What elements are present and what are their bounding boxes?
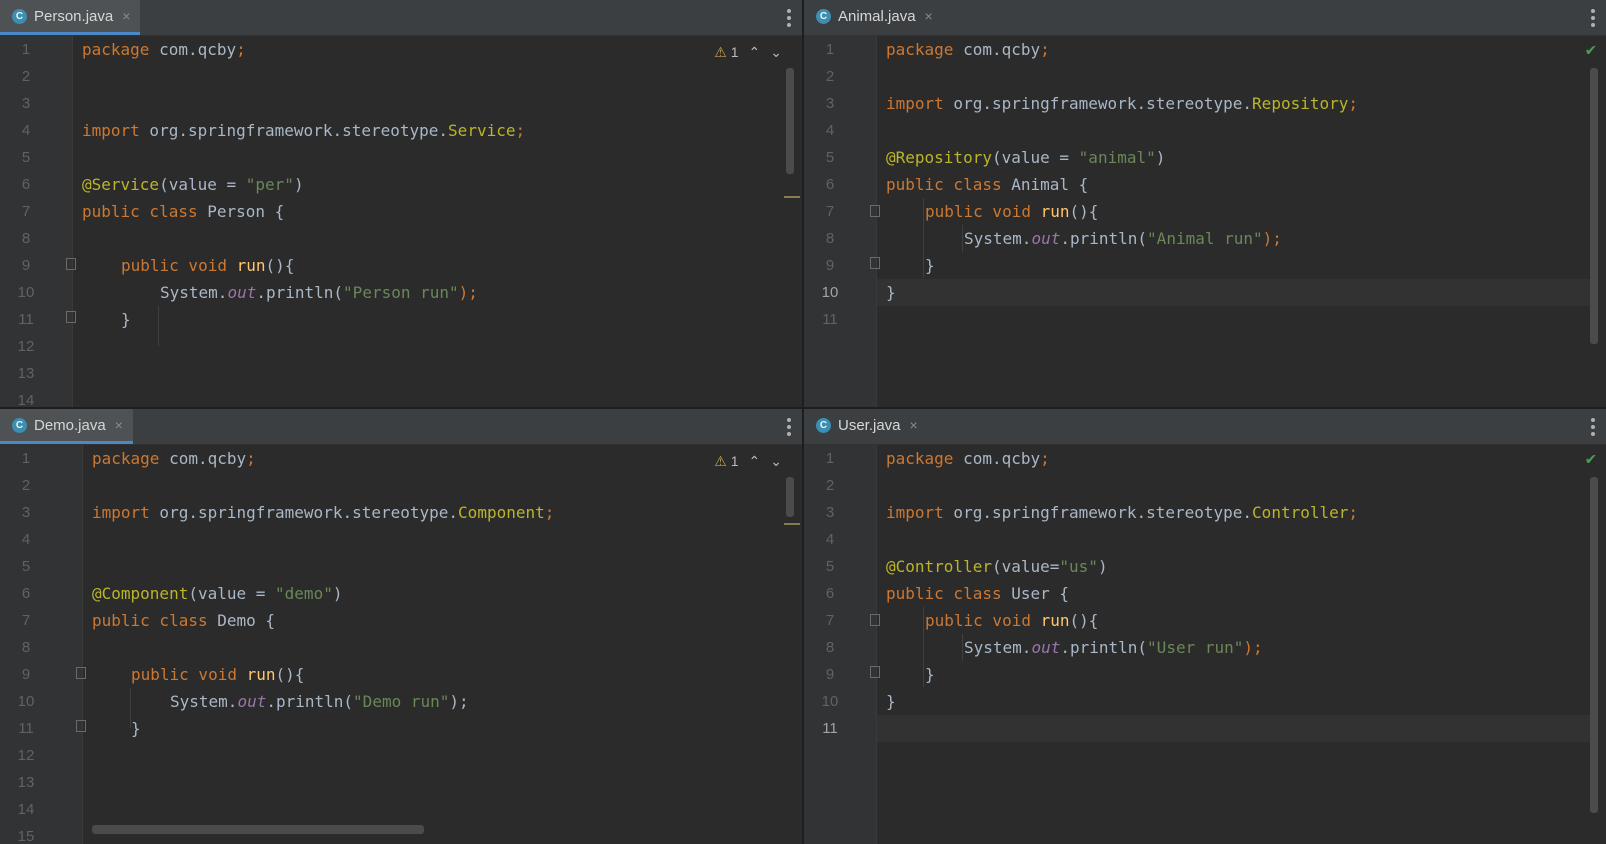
tab-user-java[interactable]: C User.java × — [804, 409, 928, 444]
close-icon[interactable]: × — [925, 8, 933, 24]
editor-split-grid: C Person.java × ⚠ 1 ⌃ ⌄ 1 package com.qcb… — [0, 0, 1606, 844]
code-editor[interactable]: ✔ 1 package com.qcby; 2 3 import org.sprin… — [804, 445, 1606, 844]
tab-bar: C User.java × — [804, 409, 1606, 445]
code-editor[interactable]: ✔ 1 package com.qcby; 2 3 import org.sprin… — [804, 36, 1606, 407]
code-line: System.out.println("User run"); — [964, 638, 1263, 657]
more-options-icon[interactable] — [1590, 418, 1596, 436]
code-line: package com.qcby; — [886, 40, 1050, 59]
editor-pane-demo: C Demo.java × ⚠ 1 ⌃ ⌄ 1 package com.qcby;… — [0, 409, 802, 844]
code-line: } — [925, 665, 935, 684]
vertical-scrollbar[interactable] — [1590, 477, 1598, 813]
code-line: import org.springframework.stereotype.Co… — [92, 503, 555, 522]
code-line: @Controller(value="us") — [886, 557, 1108, 576]
code-line: } — [121, 310, 131, 329]
tab-bar: C Animal.java × — [804, 0, 1606, 36]
code-line: public void run(){ — [925, 202, 1099, 221]
java-class-icon: C — [12, 417, 27, 433]
warning-marker[interactable] — [784, 523, 800, 525]
code-line: public class Person { — [82, 202, 285, 221]
vertical-scrollbar[interactable] — [786, 68, 794, 174]
code-line: package com.qcby; — [886, 449, 1050, 468]
tab-person-java[interactable]: C Person.java × — [0, 0, 141, 35]
editor-pane-person: C Person.java × ⚠ 1 ⌃ ⌄ 1 package com.qcb… — [0, 0, 802, 407]
code-line: System.out.println("Animal run"); — [964, 229, 1282, 248]
vertical-scrollbar[interactable] — [1590, 68, 1598, 344]
code-line: } — [886, 283, 896, 302]
tab-bar: C Demo.java × — [0, 409, 802, 445]
code-line: public void run(){ — [131, 665, 305, 684]
more-options-icon[interactable] — [1590, 9, 1596, 27]
close-icon[interactable]: × — [122, 8, 130, 24]
close-icon[interactable]: × — [910, 417, 918, 433]
close-icon[interactable]: × — [115, 417, 123, 433]
code-line: System.out.println("Demo run"); — [170, 692, 469, 711]
editor-pane-user: C User.java × ✔ 1 package com.qcby; 2 3 im… — [804, 409, 1606, 844]
code-line: public class Animal { — [886, 175, 1089, 194]
code-line: package com.qcby; — [82, 40, 246, 59]
vertical-scrollbar[interactable] — [786, 477, 794, 517]
tab-label: User.java — [838, 416, 901, 434]
tab-label: Person.java — [34, 7, 114, 25]
code-line: import org.springframework.stereotype.Se… — [82, 121, 526, 140]
code-line: package com.qcby; — [92, 449, 256, 468]
code-line: public class User { — [886, 584, 1070, 603]
tab-animal-java[interactable]: C Animal.java × — [804, 0, 943, 35]
more-options-icon[interactable] — [786, 9, 792, 27]
editor-pane-animal: C Animal.java × ✔ 1 package com.qcby; 2 3… — [804, 0, 1606, 407]
tab-bar: C Person.java × — [0, 0, 802, 36]
horizontal-scrollbar[interactable] — [92, 825, 424, 834]
code-line: public void run(){ — [121, 256, 295, 275]
tab-label: Animal.java — [838, 7, 916, 25]
code-line: @Service(value = "per") — [82, 175, 304, 194]
warning-marker[interactable] — [784, 196, 800, 198]
java-class-icon: C — [816, 417, 831, 433]
code-line: } — [131, 719, 141, 738]
java-class-icon: C — [816, 8, 831, 24]
tab-label: Demo.java — [34, 416, 106, 434]
code-line: System.out.println("Person run"); — [160, 283, 478, 302]
code-line: public void run(){ — [925, 611, 1099, 630]
code-line: @Component(value = "demo") — [92, 584, 343, 603]
code-line: import org.springframework.stereotype.Re… — [886, 94, 1359, 113]
code-editor[interactable]: ⚠ 1 ⌃ ⌄ 1 package com.qcby; 2 3 import org… — [0, 445, 802, 844]
code-editor[interactable]: ⚠ 1 ⌃ ⌄ 1 package com.qcby; 2 3 4 import o… — [0, 36, 802, 407]
more-options-icon[interactable] — [786, 418, 792, 436]
code-line: import org.springframework.stereotype.Co… — [886, 503, 1359, 522]
code-line: } — [886, 692, 896, 711]
code-line: public class Demo { — [92, 611, 276, 630]
tab-demo-java[interactable]: C Demo.java × — [0, 409, 133, 444]
java-class-icon: C — [12, 8, 27, 24]
code-line: @Repository(value = "animal") — [886, 148, 1166, 167]
code-line: } — [925, 256, 935, 275]
